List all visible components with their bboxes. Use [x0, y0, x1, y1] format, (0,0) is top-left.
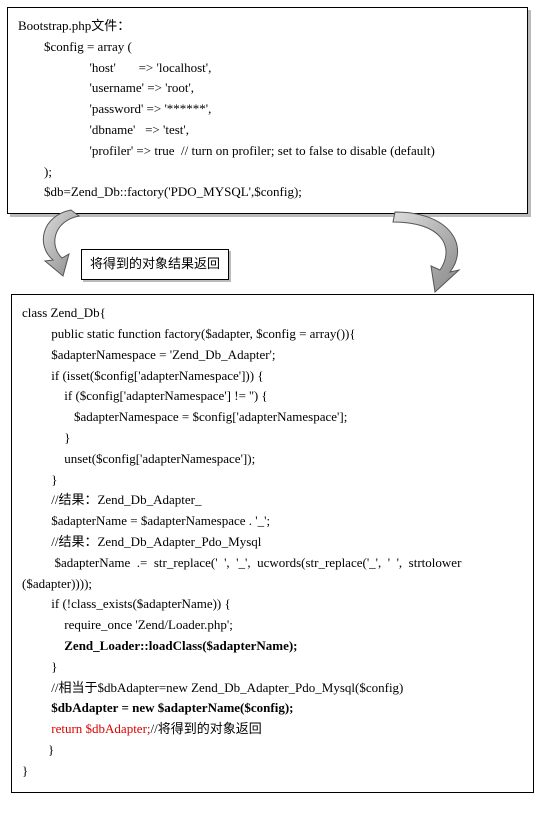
code-line-bold: Zend_Loader::loadClass($adapterName); — [22, 636, 523, 657]
label-text: 将得到的对象结果返回 — [90, 256, 220, 271]
return-object-label: 将得到的对象结果返回 — [81, 249, 229, 280]
return-comment: //将得到的对象返回 — [151, 721, 262, 736]
right-arrow-icon — [375, 206, 475, 296]
code-line: 'password' => '******', — [18, 99, 517, 120]
code-line-bold: $dbAdapter = new $adapterName($config); — [22, 698, 523, 719]
code-line: 'dbname' => 'test', — [18, 120, 517, 141]
code-line: public static function factory($adapter,… — [22, 324, 523, 345]
code-line: $adapterNamespace = $config['adapterName… — [22, 407, 523, 428]
code-line: //相当于$dbAdapter=new Zend_Db_Adapter_Pdo_… — [22, 678, 523, 699]
code-line: $adapterName .= str_replace(' ', '_', uc… — [22, 553, 523, 574]
code-line: } — [22, 428, 523, 449]
code-line: class Zend_Db{ — [22, 303, 523, 324]
code-line: 'host' => 'localhost', — [18, 58, 517, 79]
code-line: if (!class_exists($adapterName)) { — [22, 594, 523, 615]
code-line: 'username' => 'root', — [18, 78, 517, 99]
code-line: } — [22, 740, 523, 761]
return-red: return $dbAdapter; — [22, 721, 151, 736]
code-line: $config = array ( — [18, 37, 517, 58]
code-line: require_once 'Zend/Loader.php'; — [22, 615, 523, 636]
code-line: unset($config['adapterNamespace']); — [22, 449, 523, 470]
code-line: Bootstrap.php文件： — [18, 16, 517, 37]
code-line: ($adapter)))); — [22, 574, 523, 595]
bottom-code-box: class Zend_Db{ public static function fa… — [11, 294, 534, 792]
code-line: $db=Zend_Db::factory('PDO_MYSQL',$config… — [18, 182, 517, 203]
code-line: if ($config['adapterNamespace'] != '') { — [22, 386, 523, 407]
code-line: ); — [18, 162, 517, 183]
code-line: } — [22, 470, 523, 491]
code-line: } — [22, 761, 523, 782]
code-line: $adapterName = $adapterNamespace . '_'; — [22, 511, 523, 532]
code-line: if (isset($config['adapterNamespace'])) … — [22, 366, 523, 387]
code-line: $adapterNamespace = 'Zend_Db_Adapter'; — [22, 345, 523, 366]
code-line: 'profiler' => true // turn on profiler; … — [18, 141, 517, 162]
code-line: //结果：Zend_Db_Adapter_ — [22, 490, 523, 511]
code-line: //结果：Zend_Db_Adapter_Pdo_Mysql — [22, 532, 523, 553]
code-line-return: return $dbAdapter;//将得到的对象返回 — [22, 719, 523, 740]
code-line: } — [22, 657, 523, 678]
top-code-box: Bootstrap.php文件： $config = array ( 'host… — [7, 7, 528, 214]
